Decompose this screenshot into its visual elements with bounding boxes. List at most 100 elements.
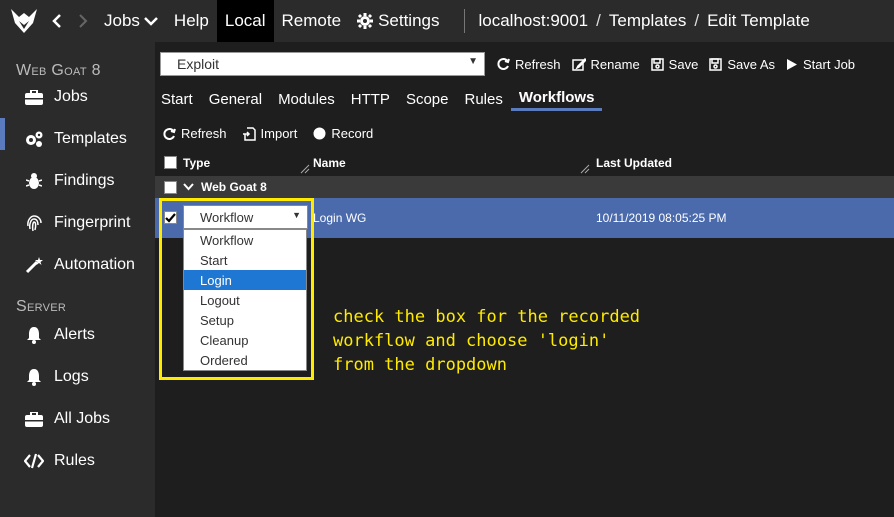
nav-settings-label: Settings (378, 11, 440, 30)
tab-rules[interactable]: Rules (464, 87, 502, 111)
select-all-checkbox[interactable] (164, 156, 177, 169)
main-content: Exploit ▼ Refresh Rename Save Save As St… (155, 42, 894, 517)
sidebar-item-alerts[interactable]: Alerts (0, 314, 155, 356)
breadcrumb-separator: / (596, 11, 601, 30)
annotation-highlight-box (159, 198, 314, 380)
chevron-down-icon (144, 17, 158, 26)
breadcrumb: localhost:9001 / Templates / Edit Templa… (479, 11, 810, 31)
row-last-updated: 10/11/2019 08:05:25 PM (596, 211, 727, 225)
tab-start[interactable]: Start (161, 87, 193, 111)
start-job-button[interactable]: Start Job (786, 57, 855, 72)
sidebar-item-label: All Jobs (54, 410, 111, 427)
forward-arrow-icon[interactable] (70, 0, 96, 42)
save-icon (709, 57, 723, 71)
breadcrumb-separator: / (694, 11, 700, 30)
column-resize-handle[interactable] (300, 164, 310, 174)
refresh-icon (497, 58, 510, 70)
sidebar-item-all-jobs[interactable]: All Jobs (0, 398, 155, 440)
nav-help[interactable]: Help (166, 0, 217, 42)
tab-general[interactable]: General (209, 87, 262, 111)
app-logo-icon[interactable] (4, 0, 44, 42)
nav-remote[interactable]: Remote (274, 0, 350, 42)
refresh-icon (163, 127, 176, 140)
magic-wand-icon (24, 255, 44, 275)
column-header-name[interactable]: Name (313, 156, 346, 170)
briefcase-icon (24, 87, 44, 107)
import-label: Import (260, 126, 298, 141)
nav-settings[interactable]: Settings (349, 0, 447, 42)
group-checkbox[interactable] (164, 181, 177, 194)
sidebar-item-logs[interactable]: Logs (0, 356, 155, 398)
nav-jobs-label: Jobs (104, 11, 140, 30)
breadcrumb-host[interactable]: localhost:9001 (479, 11, 589, 31)
import-icon (242, 126, 256, 141)
sidebar-item-automation[interactable]: Automation (0, 244, 155, 286)
save-as-label: Save As (727, 56, 776, 72)
annotation-line: from the dropdown (333, 355, 507, 375)
template-select[interactable]: Exploit ▼ (160, 52, 485, 76)
template-tabs: Start General Modules HTTP Scope Rules W… (161, 87, 618, 111)
sidebar-item-templates[interactable]: Templates (0, 118, 155, 160)
tab-workflows[interactable]: Workflows (510, 87, 603, 111)
workflow-toolbar: Refresh Import Record (162, 126, 389, 141)
sidebar-item-label: Alerts (54, 326, 95, 343)
nav-local[interactable]: Local (216, 0, 274, 42)
save-label: Save (668, 56, 699, 72)
chevron-down-icon[interactable] (183, 183, 194, 191)
nav-jobs[interactable]: Jobs (96, 0, 166, 42)
start-job-label: Start Job (803, 56, 856, 72)
template-select-value: Exploit (177, 56, 220, 72)
tab-modules[interactable]: Modules (278, 87, 335, 111)
sidebar-item-fingerprint[interactable]: Fingerprint (0, 202, 155, 244)
annotation-line: workflow and choose 'login' (333, 331, 610, 351)
record-button[interactable]: Record (313, 126, 373, 141)
column-resize-handle[interactable] (580, 164, 590, 174)
workflow-refresh-button[interactable]: Refresh (162, 126, 227, 141)
back-arrow-icon[interactable] (44, 0, 70, 42)
breadcrumb-templates[interactable]: Templates (609, 11, 686, 31)
sidebar-item-jobs[interactable]: Jobs (0, 76, 155, 118)
tab-http[interactable]: HTTP (351, 87, 390, 111)
import-button[interactable]: Import (242, 126, 298, 141)
sidebar-item-label: Logs (54, 368, 89, 385)
workflow-refresh-label: Refresh (181, 126, 227, 141)
play-icon (787, 58, 798, 70)
group-row[interactable]: Web Goat 8 (155, 176, 894, 198)
edit-icon (571, 57, 586, 71)
sidebar-item-label: Automation (54, 256, 135, 273)
refresh-button[interactable]: Refresh (496, 57, 561, 72)
gear-icon (357, 13, 374, 29)
save-button[interactable]: Save (650, 56, 699, 72)
annotation-text: check the box for the recorded workflow … (333, 305, 713, 377)
code-icon (24, 451, 44, 471)
sidebar-item-label: Rules (54, 452, 95, 469)
sidebar-item-label: Fingerprint (54, 214, 131, 231)
sidebar-item-rules[interactable]: Rules (0, 440, 155, 482)
save-as-button[interactable]: Save As (709, 57, 775, 72)
column-header-type[interactable]: Type (183, 156, 210, 170)
record-icon (313, 127, 326, 140)
sidebar-item-findings[interactable]: Findings (0, 160, 155, 202)
refresh-label: Refresh (515, 56, 561, 72)
cogs-icon (24, 129, 44, 149)
tab-scope[interactable]: Scope (406, 87, 449, 111)
record-label: Record (331, 126, 374, 141)
rename-label: Rename (590, 56, 640, 72)
briefcase-icon (24, 409, 44, 429)
breadcrumb-current: Edit Template (707, 11, 810, 30)
rename-button[interactable]: Rename (571, 56, 640, 72)
caret-down-icon: ▼ (468, 56, 478, 67)
column-header-last-updated[interactable]: Last Updated (596, 156, 672, 170)
template-toolbar: Exploit ▼ Refresh Rename Save Save As St… (160, 52, 888, 76)
sidebar-item-label: Jobs (54, 88, 88, 105)
save-icon (650, 57, 664, 71)
top-bar: Jobs Help Local Remote Settings localhos… (0, 0, 894, 42)
sidebar-item-label: Templates (54, 130, 127, 147)
table-header: Type Name Last Updated (155, 152, 894, 174)
bell-icon (24, 367, 44, 387)
sidebar-item-label: Findings (54, 172, 115, 189)
annotation-line: check the box for the recorded (333, 307, 641, 327)
group-label: Web Goat 8 (201, 180, 267, 194)
bell-icon (24, 325, 44, 345)
row-name: Login WG (313, 211, 367, 225)
